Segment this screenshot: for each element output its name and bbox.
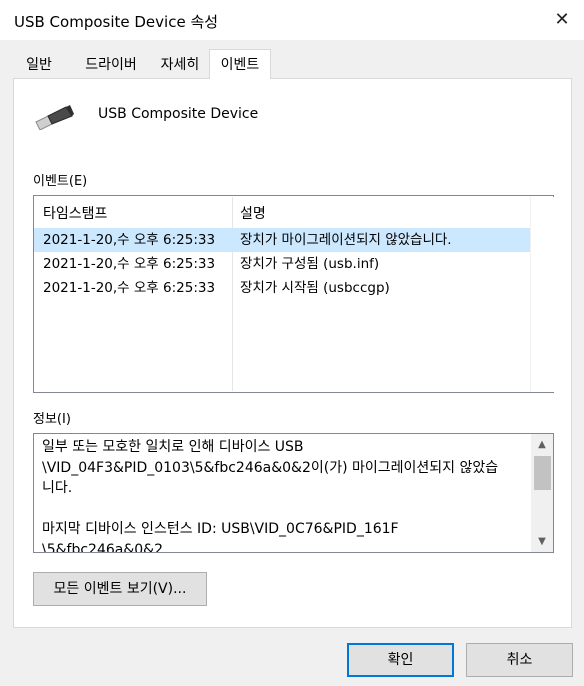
tab-driver[interactable]: 드라이버 [74, 53, 148, 78]
info-scrollbar[interactable]: ▲ ▼ [531, 434, 553, 552]
event-timestamp: 2021-1-20,수 오후 6:25:33 [43, 256, 216, 272]
event-row[interactable]: 2021-1-20,수 오후 6:25:33 장치가 구성됨 (usb.inf) [34, 252, 530, 276]
event-timestamp: 2021-1-20,수 오후 6:25:33 [43, 232, 216, 248]
column-header-description[interactable]: 설명 [240, 203, 266, 223]
events-label: 이벤트(E) [33, 174, 88, 189]
event-timestamp: 2021-1-20,수 오후 6:25:33 [43, 280, 216, 296]
tab-general[interactable]: 일반 [15, 53, 63, 78]
info-label: 정보(I) [33, 412, 71, 427]
info-text: 일부 또는 모호한 일치로 인해 디바이스 USB \VID_04F3&PID_… [42, 439, 499, 553]
event-row[interactable]: 2021-1-20,수 오후 6:25:33 장치가 시작됨 (usbccgp) [34, 276, 530, 300]
event-description: 장치가 구성됨 (usb.inf) [240, 256, 380, 272]
tab-events[interactable]: 이벤트 [209, 49, 271, 79]
view-all-events-button[interactable]: 모든 이벤트 보기(V)... [33, 572, 207, 606]
events-list-scrollbar[interactable] [530, 197, 554, 392]
event-row[interactable]: 2021-1-20,수 오후 6:25:33 장치가 마이그레이션되지 않았습니… [34, 228, 530, 252]
cancel-button[interactable]: 취소 [466, 643, 573, 677]
info-textbox[interactable]: 일부 또는 모호한 일치로 인해 디바이스 USB \VID_04F3&PID_… [33, 433, 554, 553]
window-title: USB Composite Device 속성 [14, 13, 219, 31]
event-description: 장치가 시작됨 (usbccgp) [240, 280, 390, 296]
scroll-down-icon[interactable]: ▼ [531, 533, 553, 551]
ok-button[interactable]: 확인 [347, 643, 454, 677]
usb-plug-icon [34, 104, 74, 131]
tab-details[interactable]: 자세히 [151, 53, 209, 78]
column-header-timestamp[interactable]: 타임스탬프 [43, 203, 107, 223]
close-icon[interactable]: ✕ [548, 6, 576, 34]
device-name: USB Composite Device [98, 106, 259, 122]
scroll-up-icon[interactable]: ▲ [531, 436, 553, 454]
event-description: 장치가 마이그레이션되지 않았습니다. [240, 232, 452, 248]
scroll-thumb[interactable] [534, 456, 551, 490]
